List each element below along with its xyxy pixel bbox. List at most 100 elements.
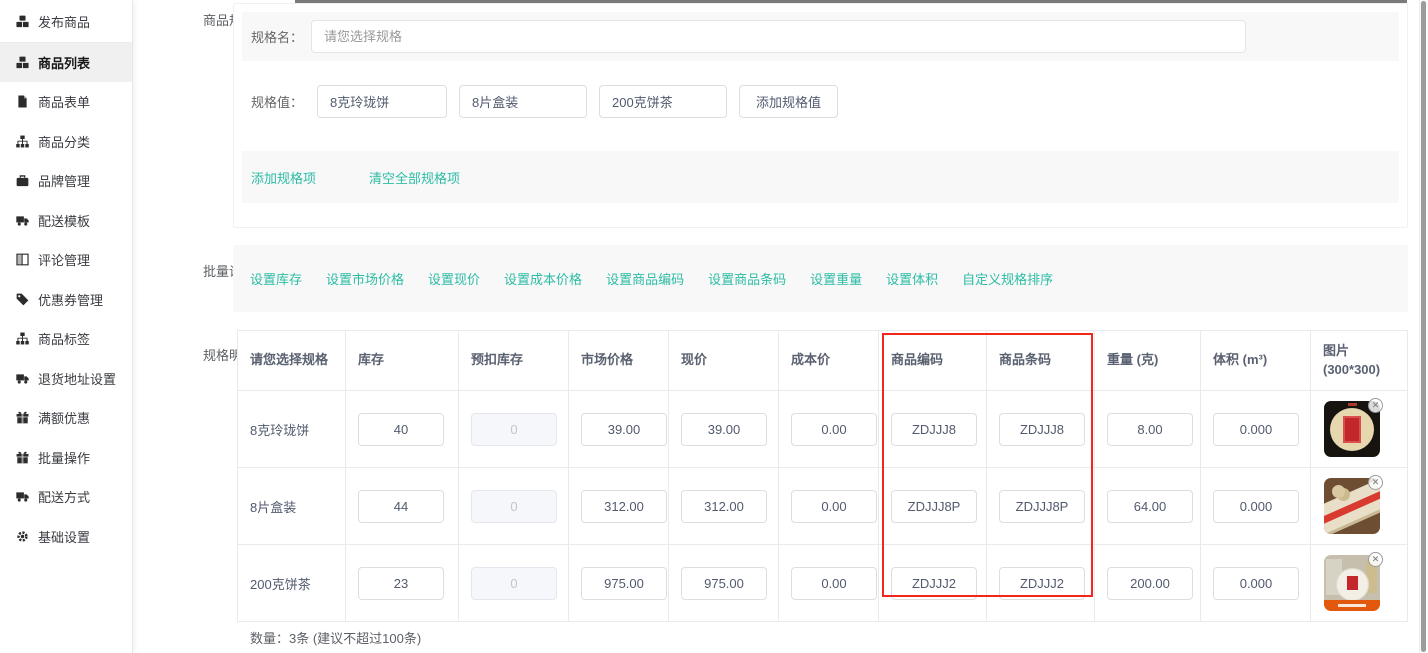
price-input[interactable] bbox=[681, 567, 767, 600]
stock-input[interactable] bbox=[358, 413, 444, 446]
batch-link-8[interactable]: 设置体积 bbox=[886, 269, 938, 288]
batch-link-7[interactable]: 设置重量 bbox=[810, 269, 862, 288]
batch-link-5[interactable]: 设置商品编码 bbox=[606, 269, 684, 288]
sidebar-item-6[interactable]: 配送模板 bbox=[0, 201, 132, 241]
spec-value-list bbox=[317, 85, 739, 118]
sidebar-item-label: 商品标签 bbox=[38, 329, 90, 348]
cost-input[interactable] bbox=[791, 567, 877, 600]
sidebar-item-9[interactable]: 商品标签 bbox=[0, 319, 132, 359]
barcode-input[interactable] bbox=[999, 567, 1085, 600]
volume-cell bbox=[1201, 391, 1311, 468]
sitemap-icon bbox=[15, 134, 29, 148]
reserved-cell bbox=[459, 545, 569, 622]
sidebar-item-label: 商品列表 bbox=[38, 53, 90, 72]
spec-value-label: 规格值： bbox=[251, 92, 303, 111]
sidebar-item-3[interactable]: 商品表单 bbox=[0, 82, 132, 122]
batch-link-9[interactable]: 自定义规格排序 bbox=[962, 269, 1053, 288]
remove-image-icon[interactable]: ✕ bbox=[1368, 398, 1383, 413]
spec-name-text: 200克饼茶 bbox=[250, 574, 311, 593]
reserved-input bbox=[471, 567, 557, 600]
sidebar-menu: 发布商品商品列表商品表单商品分类品牌管理配送模板评论管理优惠券管理商品标签退货地… bbox=[0, 2, 132, 556]
price-cell bbox=[669, 468, 779, 545]
vertical-scrollbar[interactable] bbox=[1419, 0, 1428, 653]
weight-input[interactable] bbox=[1107, 413, 1193, 446]
market_price-input[interactable] bbox=[581, 413, 667, 446]
spec-value-input-3[interactable] bbox=[599, 85, 727, 118]
reserved-cell bbox=[459, 391, 569, 468]
thumbnail-art bbox=[1343, 416, 1361, 443]
sidebar-item-10[interactable]: 退货地址设置 bbox=[0, 359, 132, 399]
volume-input[interactable] bbox=[1213, 567, 1299, 600]
add-spec-value-button[interactable]: 添加规格值 bbox=[739, 85, 838, 118]
code-input[interactable] bbox=[891, 413, 977, 446]
sidebar-item-label: 评论管理 bbox=[38, 250, 90, 269]
spec-value-input-2[interactable] bbox=[459, 85, 587, 118]
sidebar-item-11[interactable]: 满额优惠 bbox=[0, 398, 132, 438]
barcode-input[interactable] bbox=[999, 413, 1085, 446]
weight-input[interactable] bbox=[1107, 567, 1193, 600]
spec-name-input[interactable] bbox=[311, 20, 1246, 53]
briefcase-icon bbox=[15, 174, 29, 188]
market_price-input[interactable] bbox=[581, 490, 667, 523]
stock-input[interactable] bbox=[358, 490, 444, 523]
code-input[interactable] bbox=[891, 490, 977, 523]
spec-value-input-1[interactable] bbox=[317, 85, 447, 118]
image-cell: ✕ bbox=[1311, 468, 1408, 545]
sidebar-item-4[interactable]: 商品分类 bbox=[0, 122, 132, 162]
batch-link-4[interactable]: 设置成本价格 bbox=[504, 269, 582, 288]
volume-input[interactable] bbox=[1213, 490, 1299, 523]
sidebar-item-8[interactable]: 优惠券管理 bbox=[0, 280, 132, 320]
sidebar-item-2[interactable]: 商品列表 bbox=[0, 42, 132, 83]
batch-link-1[interactable]: 设置库存 bbox=[250, 269, 302, 288]
cubes-icon bbox=[15, 15, 29, 29]
reserved-cell bbox=[459, 468, 569, 545]
scrollbar-thumb[interactable] bbox=[1421, 1, 1426, 652]
weight-input[interactable] bbox=[1107, 490, 1193, 523]
column-header-weight: 重量 (克) bbox=[1095, 331, 1201, 391]
truck-icon bbox=[15, 490, 29, 504]
spec-actions-row: 添加规格项 清空全部规格项 bbox=[242, 151, 1399, 203]
remove-image-icon[interactable]: ✕ bbox=[1368, 552, 1383, 567]
cost-input[interactable] bbox=[791, 413, 877, 446]
barcode-cell bbox=[987, 545, 1095, 622]
sidebar-item-13[interactable]: 配送方式 bbox=[0, 477, 132, 517]
gift-icon bbox=[15, 450, 29, 464]
sidebar-item-1[interactable]: 发布商品 bbox=[0, 2, 132, 42]
sidebar-item-7[interactable]: 评论管理 bbox=[0, 240, 132, 280]
table-row: 200克饼茶 ✕ bbox=[238, 545, 1408, 622]
add-spec-item-link[interactable]: 添加规格项 bbox=[251, 168, 316, 187]
volume-input[interactable] bbox=[1213, 413, 1299, 446]
market_price-input[interactable] bbox=[581, 567, 667, 600]
column-header-market_price: 市场价格 bbox=[569, 331, 669, 391]
weight-cell bbox=[1095, 545, 1201, 622]
batch-link-6[interactable]: 设置商品条码 bbox=[708, 269, 786, 288]
price-input[interactable] bbox=[681, 413, 767, 446]
thumbnail-art bbox=[1338, 604, 1366, 607]
barcode-input[interactable] bbox=[999, 490, 1085, 523]
spec-name-cell: 8片盒装 bbox=[238, 468, 346, 545]
columns-icon bbox=[15, 253, 29, 267]
batch-link-3[interactable]: 设置现价 bbox=[428, 269, 480, 288]
sidebar-item-label: 退货地址设置 bbox=[38, 369, 116, 388]
stock-input[interactable] bbox=[358, 567, 444, 600]
spec-name-label: 规格名： bbox=[251, 27, 303, 46]
sidebar-item-12[interactable]: 批量操作 bbox=[0, 438, 132, 478]
weight-cell bbox=[1095, 391, 1201, 468]
barcode-cell bbox=[987, 391, 1095, 468]
batch-link-2[interactable]: 设置市场价格 bbox=[326, 269, 404, 288]
truck-icon bbox=[15, 213, 29, 227]
weight-cell bbox=[1095, 468, 1201, 545]
sidebar-item-5[interactable]: 品牌管理 bbox=[0, 161, 132, 201]
code-cell bbox=[879, 545, 987, 622]
cost-input[interactable] bbox=[791, 490, 877, 523]
thumbnail-art bbox=[1348, 403, 1357, 406]
code-input[interactable] bbox=[891, 567, 977, 600]
clear-spec-items-link[interactable]: 清空全部规格项 bbox=[369, 168, 460, 187]
sidebar-item-14[interactable]: 基础设置 bbox=[0, 517, 132, 557]
price-cell bbox=[669, 545, 779, 622]
sidebar-item-label: 基础设置 bbox=[38, 527, 90, 546]
remove-image-icon[interactable]: ✕ bbox=[1368, 475, 1383, 490]
spec-value-row: 规格值： 添加规格值 bbox=[242, 85, 1399, 118]
price-input[interactable] bbox=[681, 490, 767, 523]
image-cell: ✕ bbox=[1311, 545, 1408, 622]
